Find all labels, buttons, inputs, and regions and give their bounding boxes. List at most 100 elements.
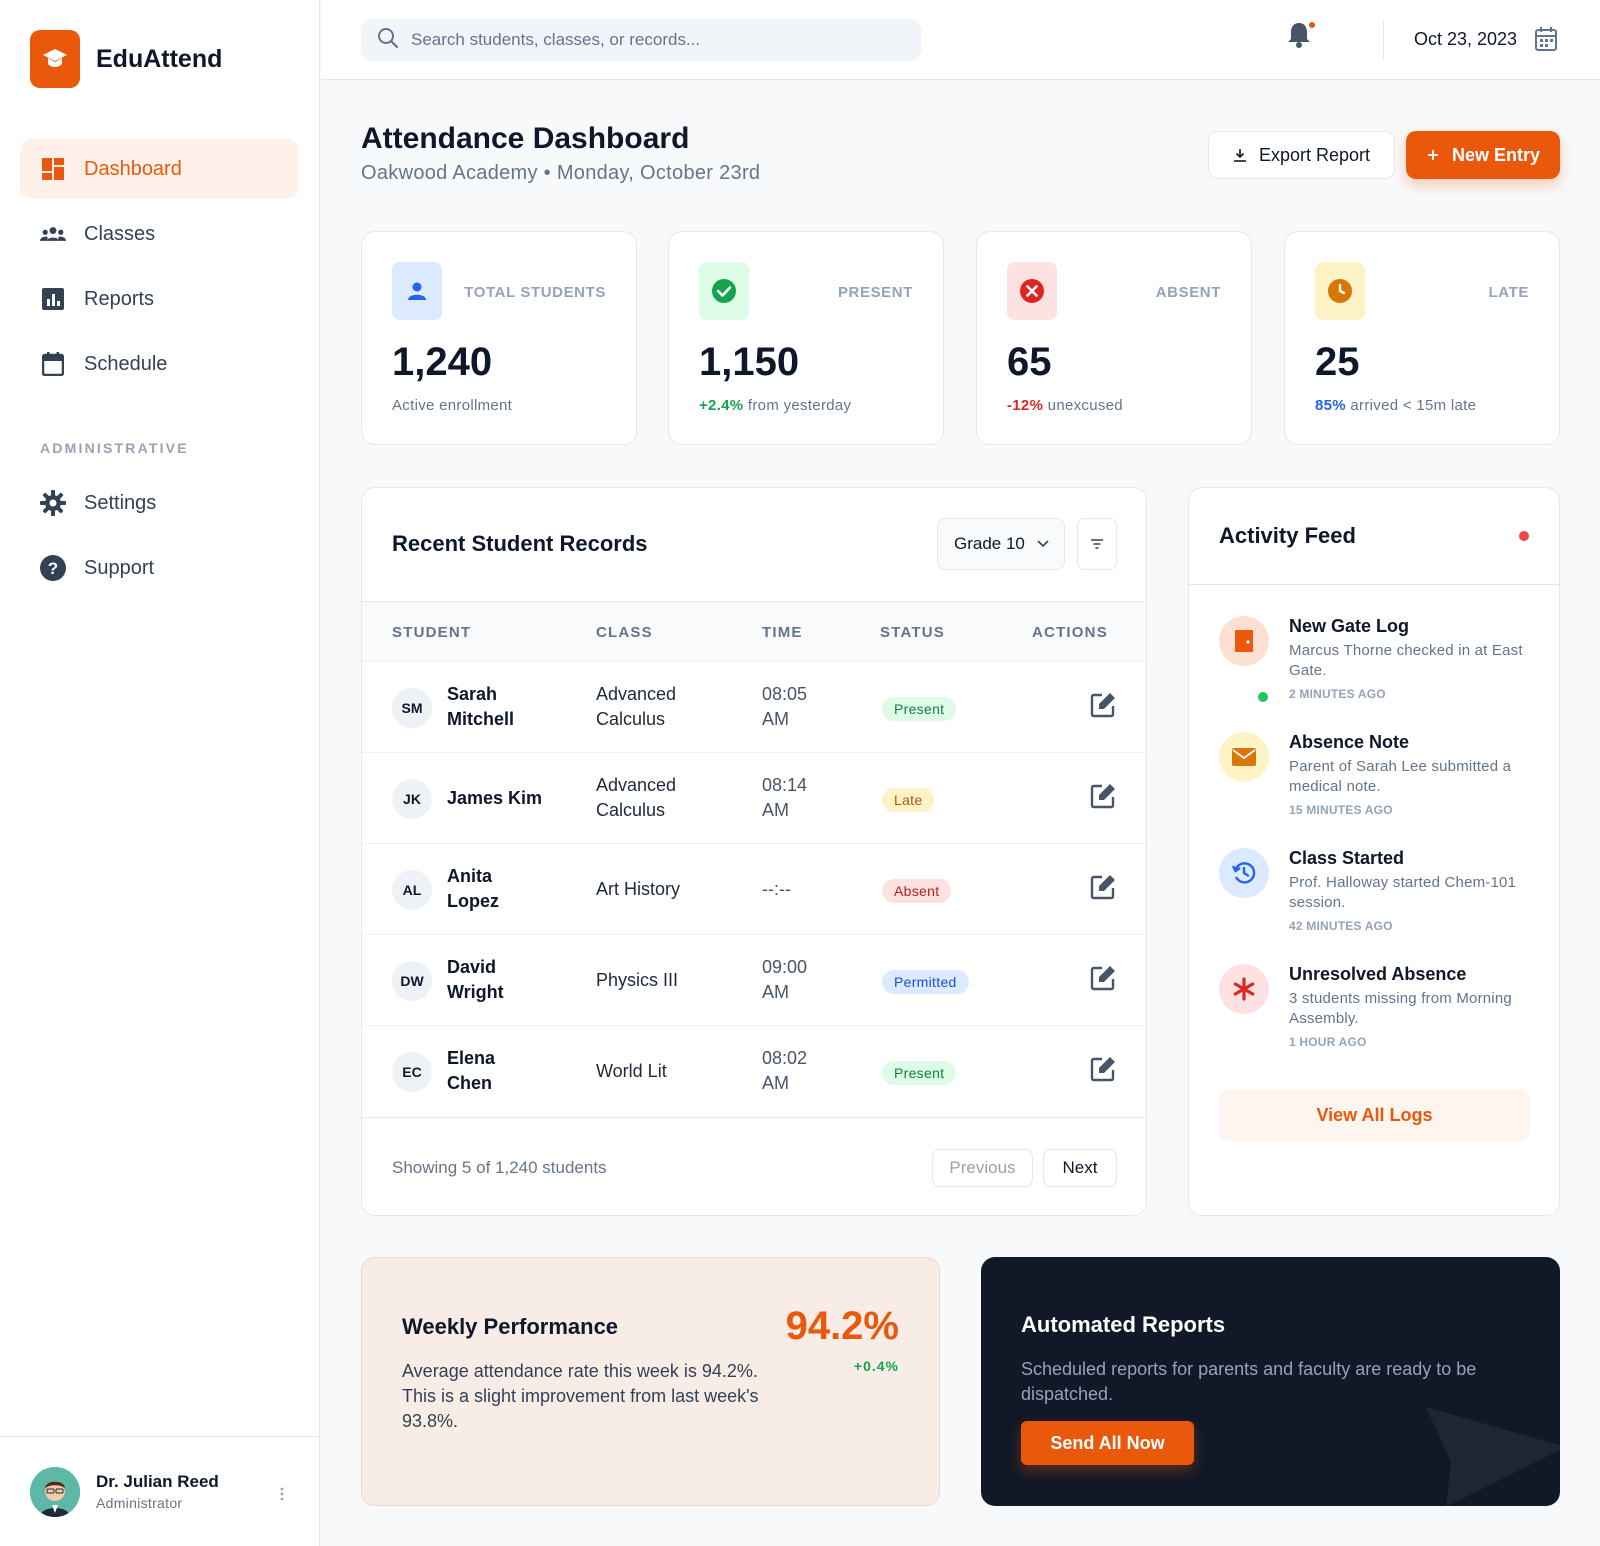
divider [1189, 584, 1561, 585]
weekly-performance-card: Weekly Performance Average attendance ra… [361, 1257, 940, 1506]
edit-icon[interactable] [1089, 873, 1117, 901]
clock-icon [1315, 262, 1365, 320]
send-icon [1426, 1407, 1560, 1506]
sidebar: EduAttend Dashboard Classes Reports Sche… [0, 0, 320, 1546]
sidebar-item-schedule[interactable]: Schedule [20, 334, 299, 394]
feed-item-time: 15 MINUTES AGO [1289, 803, 1393, 817]
weekly-rate: 94.2% [785, 1304, 899, 1348]
sidebar-item-classes[interactable]: Classes [20, 204, 299, 264]
more-vertical-icon[interactable] [280, 1487, 284, 1506]
view-all-logs-button[interactable]: View All Logs [1219, 1089, 1530, 1141]
edit-icon[interactable] [1089, 1055, 1117, 1083]
stat-note: -12% unexcused [1007, 397, 1123, 414]
table-row[interactable]: DW David Wright Physics III 09:00 AM Per… [362, 934, 1146, 1025]
calendar-icon[interactable] [1534, 26, 1558, 57]
table-header: STUDENT CLASS TIME STATUS ACTIONS [362, 601, 1146, 661]
sidebar-item-label: Schedule [84, 352, 168, 375]
notifications-button[interactable] [1287, 20, 1317, 52]
user-name: Dr. Julian Reed [96, 1472, 219, 1491]
student-name: James Kim [447, 788, 543, 808]
feed-item-title: Class Started [1289, 848, 1405, 868]
online-indicator [1256, 690, 1270, 704]
auto-reports-desc: Scheduled reports for parents and facult… [1021, 1359, 1477, 1404]
weekly-title: Weekly Performance [402, 1314, 619, 1339]
column-header: STUDENT [392, 624, 472, 641]
student-class: Advanced Calculus [596, 684, 677, 729]
feed-item-title: Unresolved Absence [1289, 964, 1467, 984]
notification-dot [1307, 20, 1317, 30]
svg-text:?: ? [48, 559, 58, 578]
door-icon [1219, 616, 1269, 666]
feed-item-time: 42 MINUTES AGO [1289, 919, 1393, 933]
feed-title: Activity Feed [1219, 523, 1356, 548]
brand[interactable]: EduAttend [30, 30, 222, 88]
table-row[interactable]: AL Anita Lopez Art History --:-- Absent [362, 843, 1146, 934]
column-header: CLASS [596, 624, 653, 641]
stat-card-late: LATE 25 85% arrived < 15m late [1284, 231, 1560, 445]
stat-value: 1,150 [699, 340, 800, 384]
history-icon [1219, 848, 1269, 898]
auto-reports-title: Automated Reports [1021, 1312, 1226, 1337]
student-initials: JK [392, 779, 432, 819]
search-icon [377, 27, 399, 54]
student-name: David Wright [447, 957, 504, 1002]
bell-icon [1287, 23, 1311, 52]
user-role: Administrator [96, 1495, 183, 1511]
search-input[interactable] [411, 30, 891, 50]
plus-icon [1426, 148, 1440, 162]
sidebar-item-label: Reports [84, 287, 155, 310]
edit-icon[interactable] [1089, 964, 1117, 992]
recent-records-card: Recent Student Records Grade 10 STUDENT … [361, 487, 1147, 1216]
weekly-delta: +0.4% [853, 1358, 899, 1374]
calendar-icon [40, 351, 66, 377]
check-in-time: --:-- [762, 879, 791, 899]
brand-name: EduAttend [96, 44, 223, 73]
asterisk-icon [1219, 964, 1269, 1014]
student-class: Advanced Calculus [596, 775, 677, 820]
x-circle-icon [1007, 262, 1057, 320]
send-all-now-button[interactable]: Send All Now [1021, 1421, 1194, 1465]
table-row[interactable]: JK James Kim Advanced Calculus 08:14 AM … [362, 752, 1146, 843]
table-row[interactable]: EC Elena Chen World Lit 08:02 AM Present [362, 1025, 1146, 1116]
student-class: Physics III [596, 970, 679, 990]
sidebar-item-support[interactable]: ? Support [20, 538, 299, 598]
feed-item-title: Absence Note [1289, 732, 1410, 752]
column-header: ACTIONS [1032, 624, 1108, 641]
student-initials: DW [392, 961, 432, 1001]
edit-icon[interactable] [1089, 782, 1117, 810]
filter-button[interactable] [1077, 518, 1117, 570]
page-title: Attendance Dashboard [361, 122, 690, 155]
student-class: Art History [596, 879, 681, 899]
automated-reports-card: Automated Reports Scheduled reports for … [981, 1257, 1560, 1506]
table-row[interactable]: SM Sarah Mitchell Advanced Calculus 08:0… [362, 661, 1146, 752]
student-name: Sarah Mitchell [447, 684, 515, 729]
sidebar-item-label: Support [84, 556, 155, 579]
user-icon [392, 262, 442, 320]
export-report-button[interactable]: Export Report [1208, 131, 1395, 179]
new-entry-button[interactable]: New Entry [1406, 131, 1560, 179]
sidebar-item-reports[interactable]: Reports [20, 269, 299, 329]
sidebar-item-dashboard[interactable]: Dashboard [20, 139, 299, 199]
sidebar-item-label: Classes [84, 222, 156, 245]
avatar [30, 1466, 80, 1517]
next-button[interactable]: Next [1043, 1149, 1117, 1187]
feed-item-time: 1 HOUR AGO [1289, 1035, 1367, 1049]
stat-label: ABSENT [1155, 284, 1221, 301]
chart-icon [40, 286, 66, 312]
column-header: STATUS [880, 624, 945, 641]
previous-button[interactable]: Previous [932, 1149, 1033, 1187]
activity-feed-card: Activity Feed New Gate Log Marcus Thorne… [1188, 487, 1561, 1216]
sidebar-item-settings[interactable]: Settings [20, 473, 299, 533]
feed-item-desc: 3 students missing from Morning Assembly… [1289, 990, 1512, 1027]
grade-select[interactable]: Grade 10 [937, 518, 1065, 570]
graduation-cap-icon [30, 30, 80, 88]
search-box[interactable] [361, 18, 921, 62]
student-initials: SM [392, 688, 432, 728]
sidebar-item-label: Dashboard [84, 157, 182, 180]
records-title: Recent Student Records [392, 531, 648, 556]
user-profile[interactable]: Dr. Julian Reed Administrator [0, 1436, 320, 1546]
divider [1383, 20, 1384, 60]
student-class: World Lit [596, 1061, 667, 1081]
filter-icon [1090, 539, 1104, 549]
edit-icon[interactable] [1089, 691, 1117, 719]
